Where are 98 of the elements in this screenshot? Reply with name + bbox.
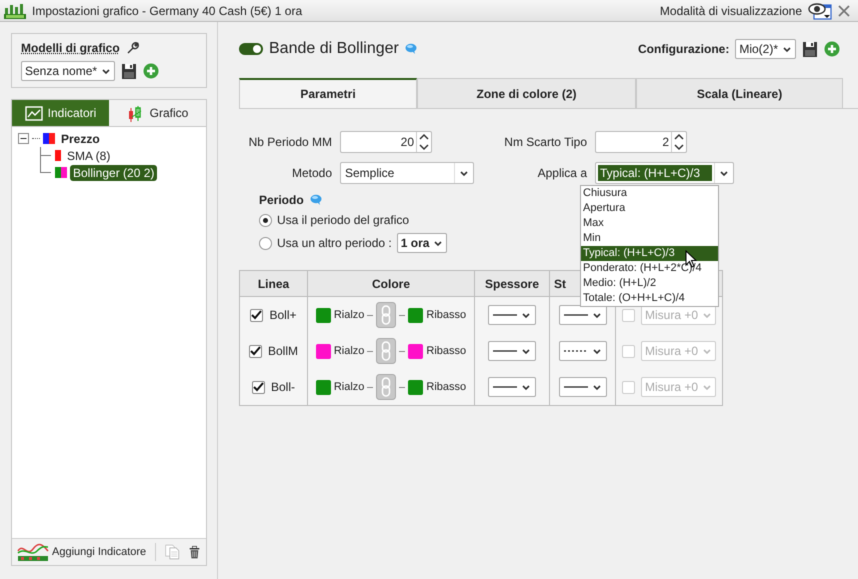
radio-button[interactable] bbox=[259, 214, 272, 226]
chevron-down-icon bbox=[592, 346, 602, 356]
field-label: Metodo bbox=[290, 166, 332, 180]
window-title: Impostazioni grafico - Germany 40 Cash (5€) 1 ora bbox=[32, 4, 302, 18]
configuration-select[interactable]: Mio(2)* bbox=[735, 39, 796, 59]
chevron-down-icon bbox=[702, 382, 712, 392]
close-icon[interactable] bbox=[838, 4, 850, 16]
section-title: Periodo bbox=[259, 193, 304, 207]
chevron-down-icon bbox=[702, 310, 712, 320]
chevron-down-icon bbox=[719, 168, 729, 178]
color-swatch[interactable] bbox=[316, 380, 331, 394]
thickness-select[interactable] bbox=[488, 377, 536, 397]
number-field[interactable]: 2 bbox=[595, 131, 687, 153]
line-style-select[interactable] bbox=[558, 341, 606, 361]
color-swatch[interactable] bbox=[316, 344, 331, 358]
color-label: Rialzo bbox=[334, 345, 364, 357]
radio-label: Usa il periodo del grafico bbox=[277, 213, 410, 227]
dropdown[interactable]: Typical: (H+L+C)/3 bbox=[595, 162, 734, 184]
thickness-select[interactable] bbox=[488, 341, 536, 361]
solid-line-icon bbox=[564, 313, 588, 317]
color-swatch[interactable] bbox=[408, 344, 424, 358]
toggle-switch[interactable] bbox=[239, 43, 263, 55]
solid-line-icon bbox=[493, 313, 517, 317]
tree-item[interactable]: SMA (8) bbox=[64, 148, 114, 164]
dropdown-option[interactable]: Max bbox=[581, 216, 718, 231]
checkbox[interactable] bbox=[252, 380, 265, 394]
check-icon bbox=[252, 382, 264, 392]
solid-line-icon bbox=[493, 349, 517, 353]
chevron-down-icon bbox=[521, 346, 531, 356]
tree-item[interactable]: Bollinger (20 2) bbox=[70, 164, 158, 180]
checkbox[interactable] bbox=[250, 308, 264, 322]
color-label: Ribasso bbox=[426, 309, 466, 321]
field-label: Applica a bbox=[536, 166, 587, 180]
color-swatch[interactable] bbox=[408, 308, 424, 322]
line-style-select[interactable] bbox=[558, 377, 606, 397]
save-icon[interactable] bbox=[802, 40, 818, 58]
radio-label: Usa un altro periodo : bbox=[277, 236, 392, 250]
dropdown[interactable]: Semplice bbox=[340, 162, 474, 184]
thickness-select[interactable] bbox=[488, 305, 536, 325]
tree-item[interactable]: Prezzo bbox=[58, 130, 103, 146]
panel-tab[interactable]: Grafico bbox=[109, 100, 206, 126]
line-label: Boll+ bbox=[269, 308, 297, 322]
dropdown-option[interactable]: Typical: (H+L+C)/3 bbox=[581, 246, 718, 261]
chevron-down-icon bbox=[521, 382, 531, 392]
color-label: Ribasso bbox=[426, 345, 466, 357]
model-select[interactable]: Senza nome* bbox=[21, 61, 116, 81]
chevron-down-icon bbox=[433, 238, 444, 248]
dotted-line-icon bbox=[564, 349, 588, 353]
add-icon[interactable] bbox=[824, 41, 840, 57]
check-icon bbox=[251, 310, 262, 320]
chevron-down-icon bbox=[101, 66, 112, 76]
chevron-down-icon bbox=[521, 310, 531, 320]
spinner-arrows-icon[interactable] bbox=[671, 132, 686, 152]
column-header: Linea bbox=[240, 270, 308, 296]
collapse-icon[interactable] bbox=[18, 133, 29, 144]
period-select[interactable]: 1 ora bbox=[396, 233, 448, 253]
tab[interactable]: Parametri bbox=[239, 78, 417, 108]
add-icon[interactable] bbox=[143, 63, 160, 79]
color-label: Rialzo bbox=[334, 309, 364, 321]
field-label: Nm Scarto Tipo bbox=[503, 135, 587, 149]
indicator-chart-icon bbox=[17, 543, 49, 561]
chevron-down-icon bbox=[592, 310, 602, 320]
field-label: Nb Periodo MM bbox=[248, 135, 332, 149]
tab[interactable]: Scala (Lineare) bbox=[636, 78, 843, 108]
checkbox[interactable] bbox=[248, 344, 262, 358]
tab[interactable]: Zone di colore (2) bbox=[417, 78, 636, 108]
chevron-down-icon bbox=[459, 168, 469, 178]
dropdown-option[interactable]: Apertura bbox=[581, 201, 718, 216]
chevron-down-icon bbox=[592, 382, 602, 392]
color-swatch[interactable] bbox=[316, 308, 331, 322]
indicator-title: Bande di Bollinger bbox=[269, 40, 399, 58]
models-title: Modelli di grafico bbox=[21, 41, 120, 55]
number-field[interactable]: 20 bbox=[340, 131, 432, 153]
line-chart-icon bbox=[24, 104, 43, 122]
view-mode-label: Modalità di visualizzazione bbox=[660, 4, 802, 18]
eye-icon[interactable] bbox=[808, 2, 832, 20]
chevron-down-icon bbox=[782, 44, 792, 54]
line-style-select[interactable] bbox=[558, 305, 606, 325]
check-icon bbox=[250, 346, 261, 356]
dropdown-option[interactable]: Chiusura bbox=[581, 186, 718, 201]
save-icon[interactable] bbox=[121, 62, 138, 80]
wrench-icon[interactable] bbox=[126, 41, 140, 55]
solid-line-icon bbox=[493, 385, 517, 389]
panel-tab[interactable]: Indicatori bbox=[12, 100, 109, 126]
dropdown-option[interactable]: Min bbox=[581, 231, 718, 246]
spinner-arrows-icon[interactable] bbox=[416, 132, 431, 152]
chevron-down-icon bbox=[702, 346, 712, 356]
configuration-label: Configurazione: bbox=[638, 42, 730, 56]
line-label: Boll- bbox=[270, 380, 295, 394]
solid-line-icon bbox=[564, 385, 588, 389]
column-header: Colore bbox=[308, 270, 474, 296]
color-swatch[interactable] bbox=[408, 380, 424, 394]
line-label: BollM bbox=[268, 344, 298, 358]
color-label: Ribasso bbox=[426, 381, 466, 393]
color-label: Rialzo bbox=[334, 381, 364, 393]
column-header: Spessore bbox=[474, 270, 550, 296]
radio-button[interactable] bbox=[259, 236, 272, 250]
chart-logo-icon bbox=[4, 2, 26, 18]
